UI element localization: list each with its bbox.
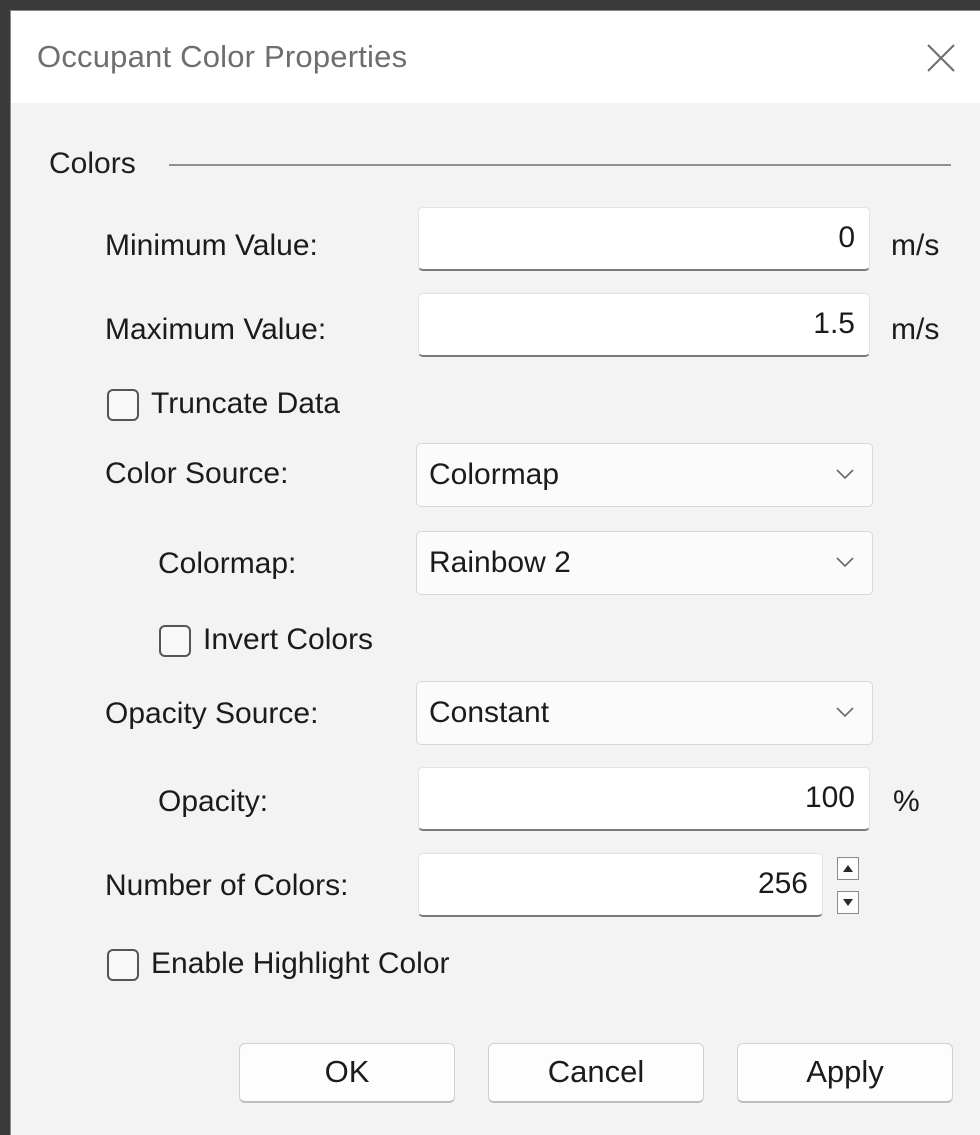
spin-up-icon — [843, 865, 853, 872]
number-of-colors-input[interactable]: 256 — [418, 853, 823, 917]
number-of-colors-increment-button[interactable] — [837, 857, 859, 880]
colormap-dropdown[interactable]: Rainbow 2 — [416, 531, 873, 595]
number-of-colors-label: Number of Colors: — [105, 869, 349, 902]
number-of-colors-decrement-button[interactable] — [837, 891, 859, 914]
maximum-value-input[interactable]: 1.5 — [418, 293, 870, 357]
colormap-label: Colormap: — [158, 547, 297, 580]
truncate-data-checkbox[interactable] — [107, 389, 139, 421]
close-icon — [927, 44, 955, 72]
apply-button[interactable]: Apply — [737, 1043, 953, 1103]
invert-colors-label: Invert Colors — [203, 623, 374, 656]
close-button[interactable] — [916, 33, 966, 83]
ok-button[interactable]: OK — [239, 1043, 455, 1103]
color-source-selected: Colormap — [429, 458, 560, 491]
minimum-value-label: Minimum Value: — [105, 229, 318, 262]
enable-highlight-color-checkbox[interactable] — [107, 949, 139, 981]
color-source-label: Color Source: — [105, 457, 289, 490]
truncate-data-checkbox-row[interactable]: Truncate Data — [107, 387, 407, 427]
invert-colors-checkbox[interactable] — [159, 625, 191, 657]
title-bar: Occupant Color Properties — [11, 11, 980, 103]
truncate-data-label: Truncate Data — [151, 387, 340, 420]
opacity-label: Opacity: — [158, 785, 269, 818]
group-divider — [169, 164, 951, 166]
invert-colors-checkbox-row[interactable]: Invert Colors — [159, 623, 459, 663]
colormap-selected: Rainbow 2 — [429, 546, 571, 579]
opacity-source-dropdown[interactable]: Constant — [416, 681, 873, 745]
chevron-down-icon — [836, 557, 854, 568]
cancel-button[interactable]: Cancel — [488, 1043, 704, 1103]
enable-highlight-color-checkbox-row[interactable]: Enable Highlight Color — [107, 947, 547, 987]
enable-highlight-color-label: Enable Highlight Color — [151, 947, 450, 980]
minimum-value-unit: m/s — [891, 229, 940, 262]
dialog-title: Occupant Color Properties — [37, 39, 408, 74]
color-source-dropdown[interactable]: Colormap — [416, 443, 873, 507]
maximum-value-label: Maximum Value: — [105, 313, 327, 346]
occupant-color-properties-dialog: Occupant Color Properties Colors Minimum… — [10, 10, 980, 1135]
opacity-unit: % — [893, 785, 920, 818]
chevron-down-icon — [836, 707, 854, 718]
opacity-source-selected: Constant — [429, 696, 550, 729]
opacity-source-label: Opacity Source: — [105, 697, 319, 730]
chevron-down-icon — [836, 469, 854, 480]
colors-group-label: Colors — [49, 147, 136, 180]
opacity-input[interactable]: 100 — [418, 767, 870, 831]
spin-down-icon — [843, 899, 853, 906]
minimum-value-input[interactable]: 0 — [418, 207, 870, 271]
maximum-value-unit: m/s — [891, 313, 940, 346]
